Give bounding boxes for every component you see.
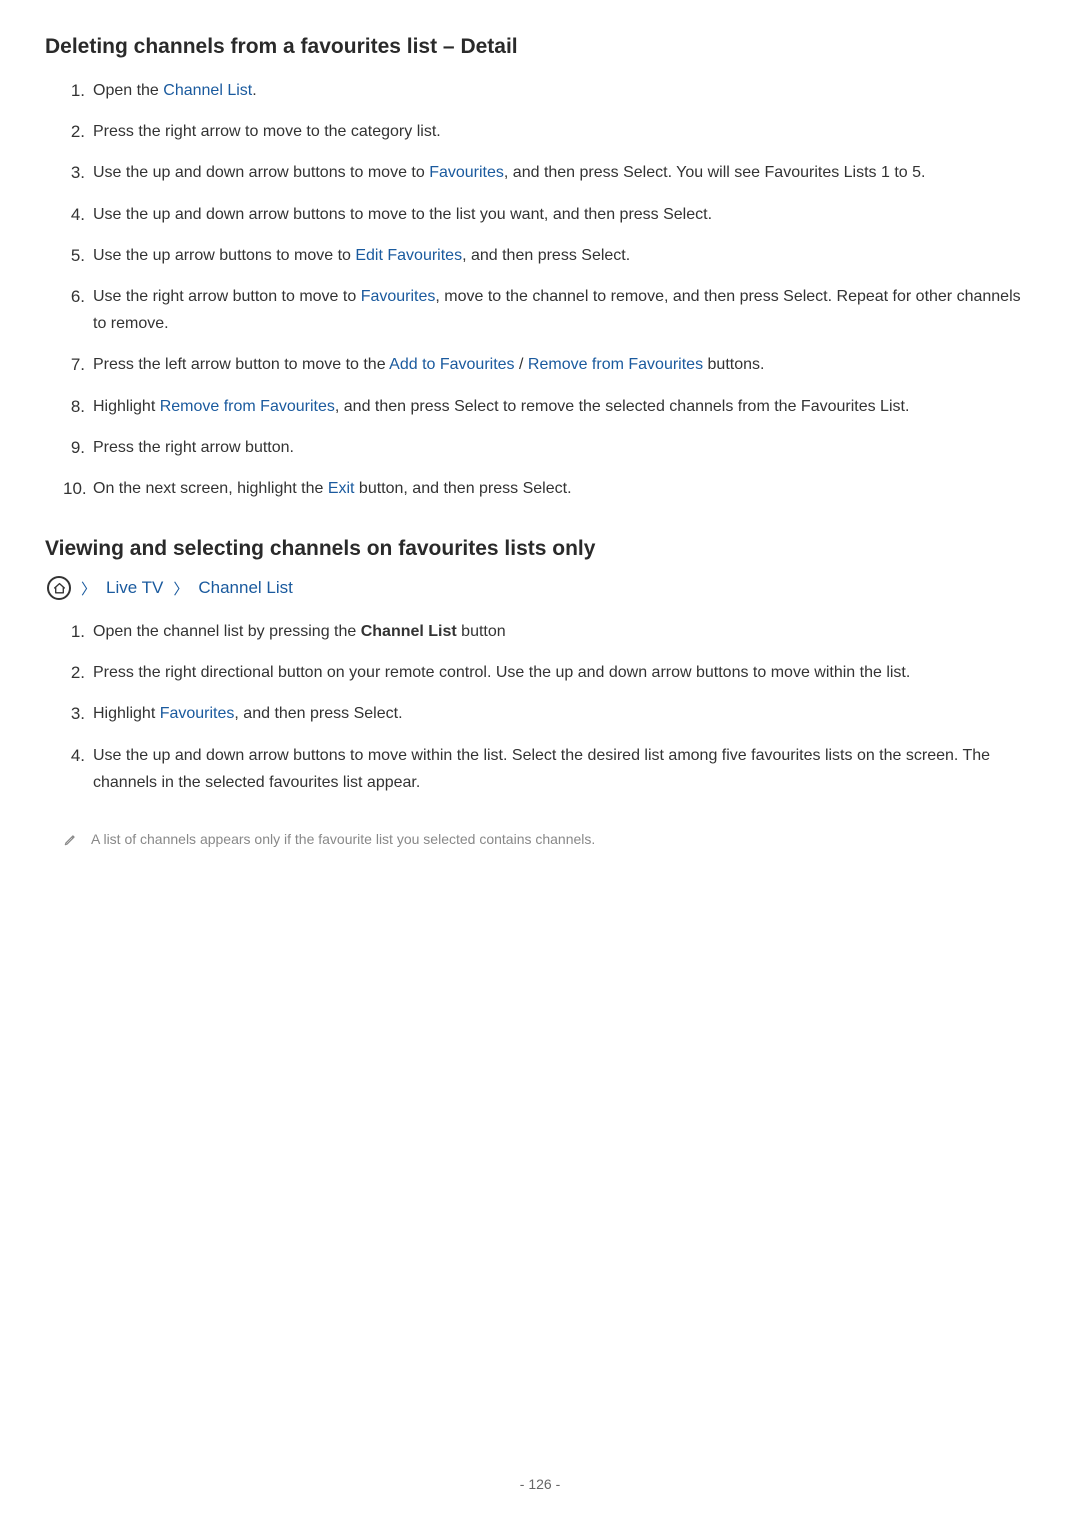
list-number: 3.: [63, 159, 85, 188]
step-text: Press the right arrow to move to the cat…: [93, 123, 441, 140]
list-item: 6.Use the right arrow button to move to …: [65, 283, 1035, 337]
list-item: 2. Press the right arrow to move to the c…: [65, 118, 1035, 145]
list-item: 7. Press the left arrow button to move to…: [65, 351, 1035, 378]
step-text[interactable]: Remove from Favourites: [528, 356, 703, 373]
list-number: 10.: [63, 475, 85, 504]
list-item: 1.Open the channel list by pressing the …: [65, 618, 1035, 645]
step-text: Open the: [93, 82, 163, 99]
list-item: 8. Highlight Remove from Favourites, and …: [65, 393, 1035, 420]
list-number: 4.: [63, 201, 85, 230]
step-text: Use the right arrow button to move to: [93, 288, 361, 305]
step-text: /: [515, 356, 528, 373]
note-text: A list of channels appears only if the f…: [91, 831, 595, 847]
step-text[interactable]: Favourites: [160, 705, 235, 722]
step-text: button, and then press Select.: [354, 480, 571, 497]
step-text: buttons.: [703, 356, 764, 373]
breadcrumb: 〉 Live TV 〉 Channel List: [45, 576, 1035, 600]
step-text[interactable]: Favourites: [361, 288, 436, 305]
list-number: 1.: [63, 618, 85, 647]
list-number: 3.: [63, 700, 85, 729]
step-text: Channel List: [361, 623, 457, 640]
step-text[interactable]: Add to Favourites: [389, 356, 514, 373]
list-number: 1.: [63, 77, 85, 106]
note-row: A list of channels appears only if the f…: [45, 831, 1035, 847]
step-text: Press the right arrow button.: [93, 439, 294, 456]
list-number: 8.: [63, 393, 85, 422]
step-text: , and then press Select. You will see Fa…: [504, 164, 926, 181]
list-number: 4.: [63, 742, 85, 771]
step-text: Use the up and down arrow buttons to mov…: [93, 164, 429, 181]
list-number: 2.: [63, 118, 85, 147]
step-text: .: [252, 82, 256, 99]
step-text: button: [457, 623, 506, 640]
list-item: 4. Use the up and down arrow buttons to m…: [65, 742, 1035, 796]
list-number: 5.: [63, 242, 85, 271]
step-text: Use the up arrow buttons to move to: [93, 247, 355, 264]
step-text: On the next screen, highlight the: [93, 480, 328, 497]
list-item: 3. Highlight Favourites, and then press S…: [65, 700, 1035, 727]
step-text[interactable]: Exit: [328, 480, 355, 497]
list-number: 6.: [63, 283, 85, 312]
list-item: 2. Press the right directional button on …: [65, 659, 1035, 686]
list-number: 7.: [63, 351, 85, 380]
pencil-icon: [63, 833, 77, 847]
chevron-icon: 〉: [173, 578, 188, 599]
step-text: , and then press Select to remove the se…: [335, 398, 910, 415]
step-text: , and then press Select.: [234, 705, 402, 722]
step-text: Press the left arrow button to move to t…: [93, 356, 389, 373]
list-number: 9.: [63, 434, 85, 463]
step-text: Use the up and down arrow buttons to mov…: [93, 747, 990, 791]
chevron-icon: 〉: [81, 578, 96, 599]
step-text: Press the right directional button on yo…: [93, 664, 910, 681]
list-item: 3. Use the up and down arrow buttons to m…: [65, 159, 1035, 186]
section-heading-2: Viewing and selecting channels on favour…: [45, 537, 1035, 561]
step-text[interactable]: Channel List: [163, 82, 252, 99]
step-text[interactable]: Remove from Favourites: [160, 398, 335, 415]
step-text: Open the channel list by pressing the: [93, 623, 361, 640]
steps-list-2: 1.Open the channel list by pressing the …: [45, 618, 1035, 796]
home-icon: [47, 576, 71, 600]
list-item: 1. Open the Channel List.: [65, 77, 1035, 104]
step-text: Highlight: [93, 398, 160, 415]
page-number: - 126 -: [520, 1476, 560, 1492]
step-text: , and then press Select.: [462, 247, 630, 264]
section-heading-1: Deleting channels from a favourites list…: [45, 35, 1035, 59]
list-item: 9. Press the right arrow button.: [65, 434, 1035, 461]
breadcrumb-live-tv[interactable]: Live TV: [106, 578, 163, 598]
step-text: Use the up and down arrow buttons to mov…: [93, 206, 712, 223]
steps-list-1: 1. Open the Channel List. 2. Press the righ…: [45, 77, 1035, 502]
list-item: 5. Use the up arrow buttons to move to Ed…: [65, 242, 1035, 269]
list-number: 2.: [63, 659, 85, 688]
list-item: 10. On the next screen, highlight the Exi…: [65, 475, 1035, 502]
step-text[interactable]: Edit Favourites: [355, 247, 462, 264]
breadcrumb-channel-list[interactable]: Channel List: [198, 578, 293, 598]
step-text: Highlight: [93, 705, 160, 722]
list-item: 4. Use the up and down arrow buttons to m…: [65, 201, 1035, 228]
step-text[interactable]: Favourites: [429, 164, 504, 181]
